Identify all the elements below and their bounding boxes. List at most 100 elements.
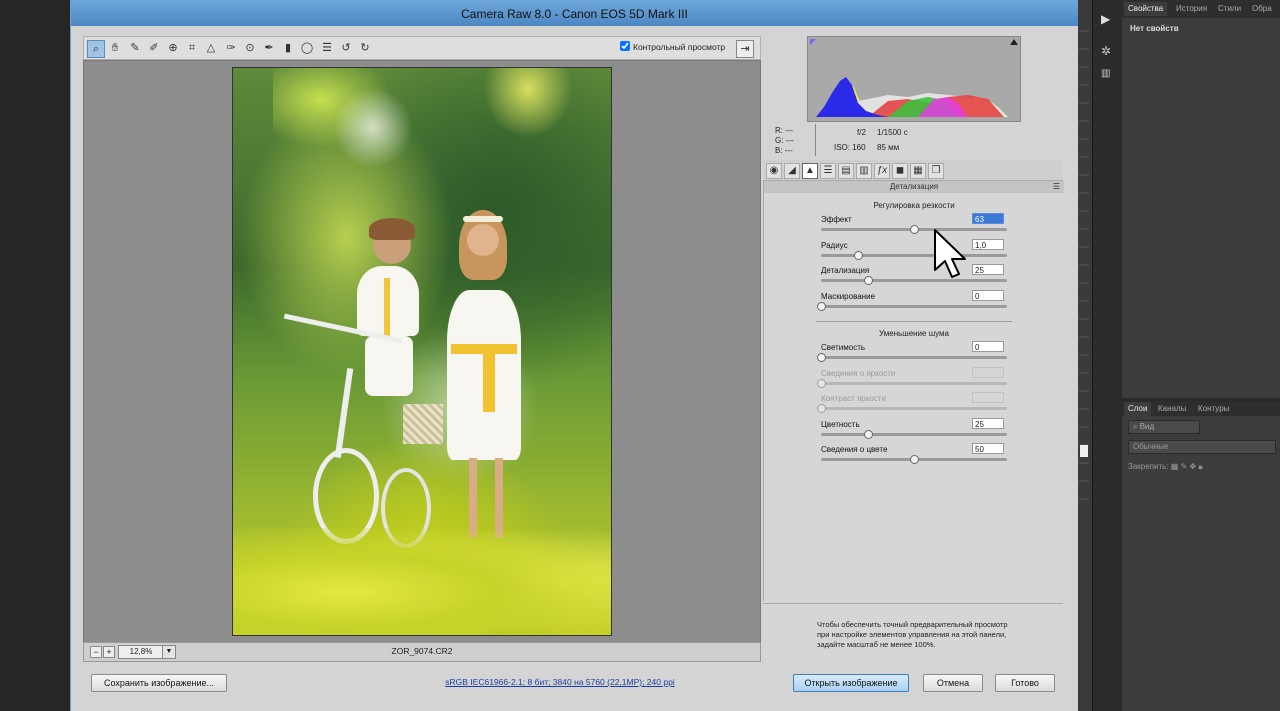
workflow-options-link[interactable]: sRGB IEC61966-2.1; 8 бит; 3840 на 5760 (… [440, 677, 680, 687]
fullscreen-icon[interactable]: ⇥ [736, 40, 754, 58]
straighten-icon[interactable]: △ [203, 40, 219, 56]
slider-track[interactable] [821, 225, 1007, 234]
girl-flower-crown [463, 216, 503, 222]
slider-track[interactable] [821, 455, 1007, 464]
slider-track[interactable] [821, 276, 1007, 285]
tab-properties[interactable]: Свойства [1124, 2, 1168, 16]
shadow-clip-icon[interactable] [810, 39, 816, 45]
slider-track[interactable] [817, 301, 1007, 311]
tab-styles[interactable]: Стили [1214, 2, 1245, 16]
lock-text: Закрепить: [1128, 462, 1169, 471]
zoom-hint-text: Чтобы обеспечить точный предварительный … [817, 620, 1008, 649]
slider-value-field[interactable]: 63 [972, 213, 1004, 224]
slider-track[interactable] [821, 429, 1007, 439]
slider-value-field[interactable]: 0 [972, 289, 1004, 301]
sharpening-title: Регулировка резкости [873, 201, 955, 210]
tab-layers[interactable]: Слои [1124, 402, 1152, 416]
lens-corrections-tab-icon[interactable]: ▥ [856, 163, 872, 179]
photoshop-tool-column [1079, 30, 1089, 500]
done-button[interactable]: Готово [995, 674, 1055, 692]
slider-knob[interactable] [817, 353, 826, 362]
hsl-tab-icon[interactable]: ☰ [820, 163, 836, 179]
slider-value-field[interactable]: 25 [972, 264, 1004, 275]
slider-track[interactable] [817, 353, 1007, 362]
brightness-icon[interactable]: ✲ [1101, 44, 1111, 58]
slider-knob[interactable] [910, 455, 919, 464]
spot-removal-icon[interactable]: ✑ [223, 40, 239, 56]
snapshots-tab-icon[interactable]: ❐ [928, 163, 944, 179]
preview-toggle[interactable]: Контрольный просмотр [620, 41, 725, 52]
hand-icon[interactable]: ✋︎ [107, 40, 123, 56]
no-properties-text: Нет свойств [1130, 24, 1179, 33]
detail-tab-icon[interactable]: ▲ [802, 163, 818, 179]
target-adjust-icon[interactable]: ⊕ [165, 40, 181, 56]
boy-pants [365, 336, 413, 396]
highlight-clip-icon[interactable] [1010, 39, 1018, 45]
slider-knob[interactable] [854, 250, 864, 260]
radial-filter-icon[interactable]: ◯ [299, 40, 315, 56]
zoom-in-button[interactable]: + [103, 646, 115, 658]
slider-value-field [972, 392, 1004, 403]
zoom-level[interactable]: 12,8% [118, 645, 164, 659]
slider-label: Радиус [821, 240, 848, 250]
zoom-out-button[interactable]: − [90, 646, 102, 658]
image-preview[interactable] [83, 60, 761, 644]
layer-filter-dropdown[interactable]: ⌕ Вид [1128, 420, 1200, 434]
blend-mode-dropdown[interactable]: Обычные [1128, 440, 1276, 454]
graduated-filter-icon[interactable]: ▮ [280, 40, 296, 56]
zoom-icon[interactable]: ⌕ [87, 40, 105, 58]
play-icon[interactable]: ▶ [1101, 12, 1110, 26]
file-name: ZOR_9074.CR2 [391, 646, 453, 656]
aperture-value: f/2 [857, 128, 866, 137]
boy-hair [369, 218, 415, 240]
foliage-highlight [483, 68, 573, 138]
slider-track[interactable] [821, 250, 1007, 260]
tab-history[interactable]: История [1172, 2, 1211, 16]
panel-tab-bar: ◉ ◢ ▲ ☰ ▤ ▥ ƒx ◼ ▦ ❐ [763, 160, 1063, 181]
open-image-button[interactable]: Открыть изображение [793, 674, 909, 692]
tab-adjustments[interactable]: Обра [1248, 2, 1276, 16]
effects-tab-icon[interactable]: ƒx [874, 163, 890, 179]
photoshop-canvas-left [0, 0, 70, 711]
levels-icon[interactable]: ▥ [1101, 68, 1110, 79]
tone-curve-tab-icon[interactable]: ◢ [784, 163, 800, 179]
chevron-down-icon[interactable]: ▼ [162, 645, 176, 659]
slider-value-field[interactable]: 25 [972, 417, 1004, 429]
slider-label: Светимость [821, 343, 866, 352]
rotate-left-icon[interactable]: ↺ [338, 40, 354, 56]
slider-knob[interactable] [863, 429, 873, 439]
slider-knob[interactable] [863, 276, 873, 285]
presets-tab-icon[interactable]: ▦ [910, 163, 926, 179]
slider-label: Цветность [821, 419, 860, 429]
tab-channels[interactable]: Каналы [1154, 402, 1190, 416]
preview-footer: − + 12,8% ▼ ZOR_9074.CR2 [83, 642, 761, 662]
split-toning-tab-icon[interactable]: ▤ [838, 163, 854, 179]
panel-menu-icon[interactable]: ☰ [1053, 181, 1060, 193]
brush-icon[interactable]: ✒ [261, 40, 277, 56]
photoshop-canvas-right [1077, 0, 1092, 711]
rotate-right-icon[interactable]: ↻ [357, 40, 373, 56]
preview-checkbox[interactable] [620, 41, 630, 51]
slider-value-field[interactable]: 1,0 [972, 238, 1004, 250]
tab-paths[interactable]: Контуры [1194, 402, 1233, 416]
bike-basket [403, 404, 443, 444]
slider-knob[interactable] [910, 225, 919, 234]
preferences-icon[interactable]: ☰ [319, 40, 335, 56]
slider-label: Контраст яркости [821, 394, 886, 403]
crop-icon[interactable]: ⌗ [184, 40, 200, 56]
girl-sash-ribbon [483, 352, 495, 412]
red-eye-icon[interactable]: ⊙ [242, 40, 258, 56]
lock-icons[interactable]: ▦ ✎ ✥ 🔒︎ [1171, 462, 1203, 471]
color-sampler-icon[interactable]: ✐ [146, 40, 162, 56]
camera-calibration-tab-icon[interactable]: ◼ [892, 163, 908, 179]
eyedropper-icon[interactable]: ✎ [127, 40, 143, 56]
slider-label: Детализация [821, 266, 870, 275]
cancel-button[interactable]: Отмена [923, 674, 983, 692]
save-image-button[interactable]: Сохранить изображение... [91, 674, 227, 692]
slider-value-field[interactable]: 0 [972, 341, 1004, 352]
slider-track [817, 404, 1007, 413]
color-swatch[interactable] [1080, 445, 1088, 457]
slider-value-field[interactable]: 50 [972, 443, 1004, 454]
basic-tab-icon[interactable]: ◉ [766, 163, 782, 179]
slider-knob[interactable] [817, 301, 826, 311]
